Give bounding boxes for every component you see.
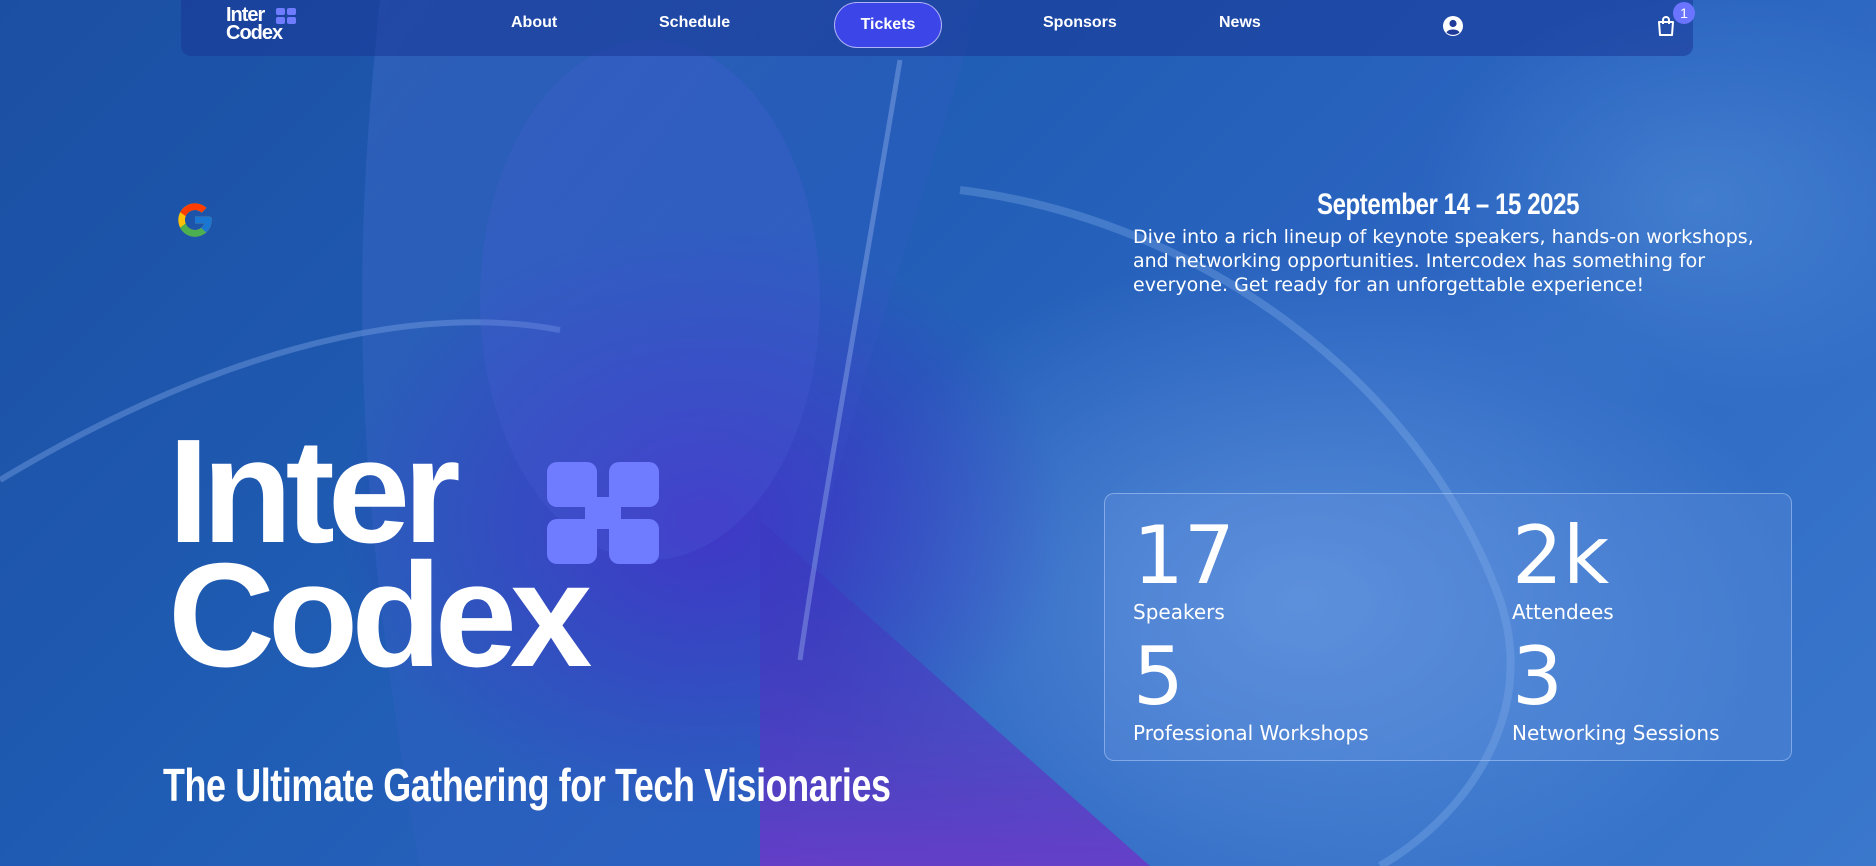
stat-attendees: 2k Attendees: [1512, 509, 1614, 625]
stat-label: Speakers: [1133, 600, 1225, 624]
stat-label: Professional Workshops: [1133, 721, 1369, 745]
stat-value: 5: [1133, 630, 1184, 723]
hero-title-line2: Codex: [168, 533, 592, 698]
stat-label: Networking Sessions: [1512, 721, 1720, 745]
stat-workshops: 5 Professional Workshops: [1133, 630, 1369, 746]
nav-about[interactable]: About: [511, 14, 557, 32]
event-date: September 14 – 15 2025: [1316, 188, 1580, 221]
stat-value: 2k: [1512, 509, 1610, 602]
stats-panel: 17 Speakers 2k Attendees 5 Professional …: [1104, 493, 1792, 761]
hero-tagline: The Ultimate Gathering for Tech Visionar…: [163, 759, 891, 811]
hero-logo-title: Inter Codex: [168, 418, 592, 698]
nav-news[interactable]: News: [1219, 14, 1261, 32]
intercodex-mark-icon: [276, 8, 296, 24]
cart-icon[interactable]: [1656, 15, 1676, 37]
top-nav: Inter Codex About Schedule Tickets Spons…: [181, 0, 1695, 56]
nav-logo[interactable]: Inter Codex: [226, 5, 296, 44]
stat-value: 17: [1133, 509, 1235, 602]
stat-speakers: 17 Speakers: [1133, 509, 1235, 625]
event-intro: Dive into a rich lineup of keynote speak…: [1133, 226, 1754, 296]
cart-count-badge: 1: [1673, 2, 1695, 24]
nav-logo-line2: Codex: [226, 22, 283, 44]
stat-label: Attendees: [1512, 600, 1614, 624]
stat-networking: 3 Networking Sessions: [1512, 630, 1720, 746]
user-icon[interactable]: [1442, 15, 1464, 37]
nav-schedule[interactable]: Schedule: [659, 14, 730, 32]
google-icon: [178, 203, 212, 237]
nav-tickets-button[interactable]: Tickets: [834, 2, 942, 48]
intercodex-mark-icon: [547, 462, 659, 564]
stat-value: 3: [1512, 630, 1563, 723]
nav-sponsors[interactable]: Sponsors: [1043, 14, 1117, 32]
